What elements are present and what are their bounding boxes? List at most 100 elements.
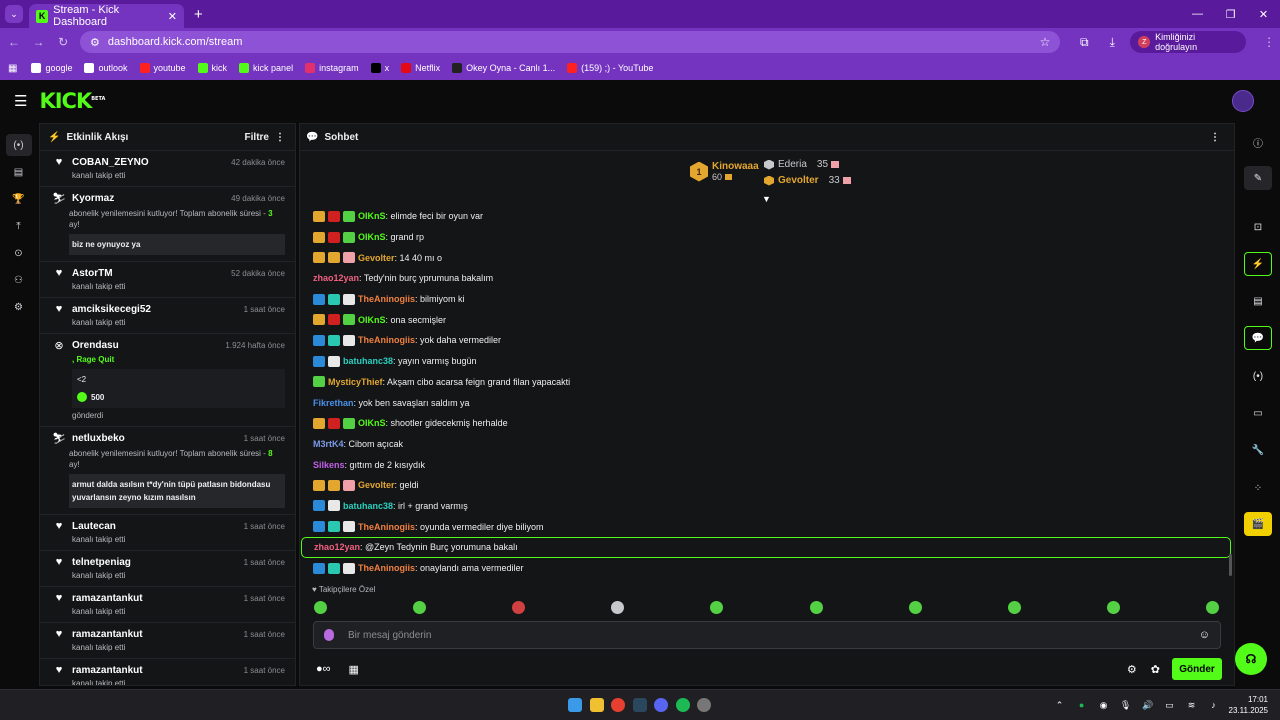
chat-username[interactable]: OIKnS bbox=[358, 211, 386, 221]
expand-pinned-icon[interactable]: ▼ bbox=[762, 194, 771, 204]
chat-username[interactable]: zhao12yan bbox=[314, 542, 360, 552]
user-avatar[interactable] bbox=[1232, 90, 1254, 112]
event-username[interactable]: Kyormaz bbox=[72, 193, 114, 204]
tools-icon[interactable]: 🔧 bbox=[1244, 438, 1272, 462]
resub-event[interactable]: ⛷ netluxbeko 1 saat önce abonelik yenilemes… bbox=[40, 427, 295, 515]
achievements-nav-icon[interactable]: 🏆 bbox=[6, 188, 32, 210]
broadcast-icon[interactable]: (•) bbox=[1244, 364, 1272, 388]
chat-scrollbar[interactable] bbox=[1229, 554, 1232, 576]
chat-message[interactable]: batuhanc38: yayın varmış bugün bbox=[306, 351, 1226, 372]
kick-logo[interactable]: KICKBETA bbox=[39, 89, 105, 113]
emote-icon[interactable] bbox=[611, 601, 625, 614]
bookmark-item[interactable]: Netflix bbox=[401, 63, 440, 73]
chat-username[interactable]: Gevolter bbox=[358, 253, 395, 263]
chat-username[interactable]: OIKnS bbox=[358, 418, 386, 428]
event-username[interactable]: COBAN_ZEYNO bbox=[72, 157, 149, 168]
tab-search-button[interactable]: ⌄ bbox=[5, 5, 23, 23]
clock[interactable]: 17:01 23.11.2025 bbox=[1229, 694, 1268, 716]
moderation-icon[interactable]: ▭ bbox=[1244, 401, 1272, 425]
gift-event[interactable]: ⊗ Orendasu 1.924 hafta önce , Rage Quit <2 50… bbox=[40, 334, 295, 427]
steam-icon[interactable] bbox=[632, 698, 647, 712]
tray-volume-icon[interactable]: 🔊 bbox=[1141, 700, 1155, 711]
emote-icon[interactable] bbox=[314, 601, 327, 614]
event-username[interactable]: ramazantankut bbox=[72, 629, 143, 640]
event-username[interactable]: netluxbeko bbox=[72, 433, 125, 444]
follow-event[interactable]: ♥ COBAN_ZEYNO 42 dakika önce kanalı takip e… bbox=[40, 151, 295, 187]
resub-event[interactable]: ⛷ Kyormaz 49 dakika önce abonelik yenilemes… bbox=[40, 187, 295, 262]
browser-menu-icon[interactable]: ⋮ bbox=[1258, 35, 1280, 49]
verify-identity-button[interactable]: Z Kimliğinizi doğrulayın bbox=[1130, 31, 1247, 53]
event-username[interactable]: ramazantankut bbox=[72, 593, 143, 604]
hamburger-menu-icon[interactable]: ☰ bbox=[14, 92, 27, 110]
chrome-icon[interactable] bbox=[611, 698, 625, 712]
tray-display-icon[interactable]: ▭ bbox=[1163, 700, 1177, 711]
browser-tab-active[interactable]: K Stream - Kick Dashboard ✕ bbox=[29, 4, 184, 28]
emoji-picker-icon[interactable]: ☺ bbox=[1199, 629, 1210, 641]
restore-icon[interactable]: ❐ bbox=[1214, 8, 1247, 21]
bookmark-item[interactable]: x bbox=[370, 63, 389, 73]
chat-message[interactable]: TheAninogiis: oyunda vermediler diye bil… bbox=[306, 516, 1226, 537]
support-icon[interactable]: ☊ bbox=[1235, 643, 1267, 675]
tray-mic-icon[interactable]: 🎙 bbox=[1119, 700, 1133, 711]
chat-username[interactable]: TheAninogiis bbox=[358, 335, 415, 345]
chat-message[interactable]: zhao12yan: Tedy'nin burç yprumuna bakalı… bbox=[306, 268, 1226, 289]
bookmark-item[interactable]: outlook bbox=[84, 63, 128, 73]
tray-wifi-icon[interactable]: ≋ bbox=[1185, 700, 1199, 711]
leaderboard-third[interactable]: Gevolter 33 bbox=[764, 175, 851, 186]
leaderboard-first[interactable]: 1 Kinowaaa 60 bbox=[690, 161, 759, 182]
chat-options-icon[interactable]: ⋮ bbox=[1210, 132, 1220, 143]
extensions-icon[interactable]: ⧉ bbox=[1070, 35, 1098, 50]
emote-icon[interactable] bbox=[908, 601, 922, 614]
chat-message[interactable]: MysticyThief: Akşam cibo acarsa feign gr… bbox=[306, 372, 1226, 393]
chat-username[interactable]: batuhanc38 bbox=[343, 356, 393, 366]
follow-event[interactable]: ♥ telnetpeniag 1 saat önce kanalı takip ett… bbox=[40, 551, 295, 587]
forward-icon[interactable]: → bbox=[28, 35, 50, 49]
follow-event[interactable]: ♥ Lautecan 1 saat önce kanalı takip etti bbox=[40, 515, 295, 551]
event-username[interactable]: Lautecan bbox=[72, 521, 116, 532]
chat-toggle-icon[interactable]: 💬 bbox=[1244, 326, 1272, 350]
chat-message[interactable]: M3rtK4: Cibom açıcak bbox=[306, 434, 1226, 455]
capture-icon[interactable]: ⊡ bbox=[1244, 215, 1272, 239]
notes-icon[interactable]: ▤ bbox=[1244, 289, 1272, 313]
bookmark-item[interactable]: google bbox=[31, 63, 72, 73]
extensions-panel-icon[interactable]: ⁘ bbox=[1244, 476, 1272, 500]
event-username[interactable]: ramazantankut bbox=[72, 665, 143, 676]
chat-message[interactable]: TheAninogiis: yok daha vermediler bbox=[306, 330, 1226, 351]
emote-icon[interactable] bbox=[1007, 601, 1021, 614]
edit-icon[interactable]: ✎ bbox=[1244, 166, 1272, 190]
chat-message[interactable]: OIKnS: ona secmişler bbox=[306, 309, 1226, 330]
chat-message[interactable]: TheAninogiis: bilmiyom ki bbox=[306, 289, 1226, 310]
chat-username[interactable]: TheAninogiis bbox=[358, 563, 415, 573]
chat-username[interactable]: OIKnS bbox=[358, 232, 386, 242]
chat-message[interactable]: Fikrethan: yok ben savaşları saldım ya bbox=[306, 392, 1226, 413]
info-icon[interactable]: ⓘ bbox=[1244, 130, 1272, 154]
chat-username[interactable]: Fikrethan bbox=[313, 398, 354, 408]
event-username[interactable]: Orendasu bbox=[72, 340, 119, 351]
follow-event[interactable]: ♥ AstorTM 52 dakika önce kanalı takip etti bbox=[40, 262, 295, 298]
chat-username[interactable]: OIKnS bbox=[358, 315, 386, 325]
follow-event[interactable]: ♥ ramazantankut 1 saat önce kanalı takip et… bbox=[40, 587, 295, 623]
apps-grid-icon[interactable]: ▦ bbox=[8, 63, 17, 74]
analytics-nav-icon[interactable]: ▤ bbox=[6, 161, 32, 183]
download-icon[interactable]: ⤓ bbox=[1098, 35, 1126, 50]
filter-button[interactable]: Filtre bbox=[245, 132, 269, 143]
store-icon[interactable]: ▦ bbox=[349, 663, 359, 676]
clips-panel-icon[interactable]: 🎬 bbox=[1244, 512, 1272, 536]
emote-icon[interactable] bbox=[413, 601, 427, 614]
chat-username[interactable]: M3rtK4 bbox=[313, 439, 344, 449]
emote-icon[interactable] bbox=[1205, 601, 1219, 614]
bookmark-item[interactable]: kick bbox=[197, 63, 227, 73]
new-tab-icon[interactable]: + bbox=[194, 6, 203, 23]
chat-username[interactable]: zhao12yan bbox=[313, 273, 359, 283]
chat-username[interactable]: Gevolter bbox=[358, 480, 395, 490]
chat-message[interactable]: Gevolter: 14 40 mı o bbox=[306, 247, 1226, 268]
start-icon[interactable] bbox=[568, 698, 582, 712]
chat-message-mention[interactable]: zhao12yan: @Zeyn Tedynin Burç yorumuna b… bbox=[301, 537, 1231, 558]
close-window-icon[interactable]: ✕ bbox=[1247, 8, 1280, 21]
emote-icon[interactable] bbox=[809, 601, 823, 614]
chat-message[interactable]: OIKnS: elimde feci bir oyun var bbox=[306, 206, 1226, 227]
chat-username[interactable]: TheAninogiis bbox=[358, 294, 415, 304]
microphone-icon[interactable] bbox=[324, 629, 334, 641]
chat-settings-icon[interactable]: ⚙ bbox=[1127, 663, 1137, 676]
site-info-icon[interactable]: ⚙ bbox=[90, 36, 100, 49]
